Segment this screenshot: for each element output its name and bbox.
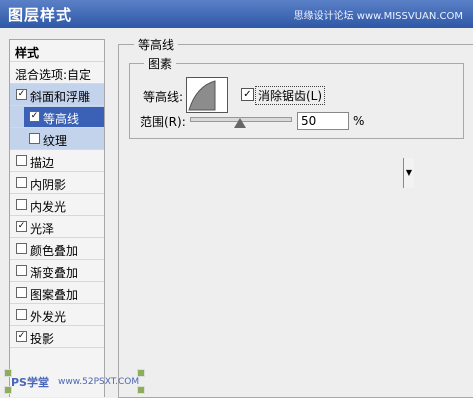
corner-marker bbox=[137, 386, 145, 394]
sidebar-item-label: 图案叠加 bbox=[30, 288, 79, 302]
watermark-text: 思缘设计论坛 www.MISSVUAN.COM bbox=[293, 11, 463, 22]
bevel-emboss-checkbox[interactable]: ✓ bbox=[16, 89, 27, 100]
title-bar: 图层样式 思缘设计论坛 www.MISSVUAN.COM bbox=[0, 0, 473, 28]
footer-url: www.52PSXT.COM bbox=[58, 377, 140, 387]
texture-checkbox[interactable] bbox=[29, 133, 40, 144]
sidebar-item-stroke[interactable]: 描边 bbox=[10, 150, 104, 172]
sidebar-item-label: 斜面和浮雕 bbox=[30, 90, 91, 104]
gradient-overlay-checkbox[interactable] bbox=[16, 265, 27, 276]
anti-alias-checkbox[interactable]: ✓ bbox=[241, 88, 254, 101]
sidebar-item-texture[interactable]: 纹理 bbox=[10, 128, 104, 150]
sidebar-item-label: 描边 bbox=[30, 156, 55, 170]
ps-logo: PS学堂 bbox=[11, 376, 49, 389]
pattern-overlay-checkbox[interactable] bbox=[16, 287, 27, 298]
sidebar-item-label: 外发光 bbox=[30, 310, 67, 324]
color-overlay-checkbox[interactable] bbox=[16, 243, 27, 254]
sidebar-item-drop-shadow[interactable]: ✓ 投影 bbox=[10, 326, 104, 348]
contour-label: 等高线: bbox=[143, 90, 184, 104]
sidebar-item-label: 内发光 bbox=[30, 200, 67, 214]
group-title: 等高线 bbox=[134, 36, 179, 53]
section-title: 图素 bbox=[144, 55, 177, 72]
satin-checkbox[interactable]: ✓ bbox=[16, 221, 27, 232]
contour-checkbox[interactable]: ✓ bbox=[29, 111, 40, 122]
sidebar-item-gradient-overlay[interactable]: 渐变叠加 bbox=[10, 260, 104, 282]
drop-shadow-checkbox[interactable]: ✓ bbox=[16, 331, 27, 342]
sidebar-item-contour[interactable]: ✓ 等高线 bbox=[10, 106, 104, 128]
sidebar-item-inner-shadow[interactable]: 内阴影 bbox=[10, 172, 104, 194]
sidebar-item-label: 等高线 bbox=[43, 112, 80, 126]
range-input[interactable] bbox=[297, 112, 349, 130]
inner-glow-checkbox[interactable] bbox=[16, 199, 27, 210]
outer-glow-checkbox[interactable] bbox=[16, 309, 27, 320]
sidebar-item-color-overlay[interactable]: 颜色叠加 bbox=[10, 238, 104, 260]
sidebar-item-blending-options[interactable]: 混合选项:自定 bbox=[10, 62, 104, 84]
sidebar-item-label: 纹理 bbox=[43, 134, 68, 148]
sidebar-item-label: 渐变叠加 bbox=[30, 266, 79, 280]
sidebar-item-label: 光泽 bbox=[30, 222, 55, 236]
sidebar-item-label: 样式 bbox=[15, 46, 40, 60]
stroke-checkbox[interactable] bbox=[16, 155, 27, 166]
percent-unit: % bbox=[353, 114, 365, 128]
sidebar-item-bevel-emboss[interactable]: ✓ 斜面和浮雕 bbox=[10, 84, 104, 106]
sidebar-item-inner-glow[interactable]: 内发光 bbox=[10, 194, 104, 216]
sidebar-item-outer-glow[interactable]: 外发光 bbox=[10, 304, 104, 326]
sidebar-item-pattern-overlay[interactable]: 图案叠加 bbox=[10, 282, 104, 304]
sidebar-item-label: 混合选项:自定 bbox=[15, 68, 92, 82]
contour-curve-icon bbox=[188, 80, 216, 111]
corner-marker bbox=[137, 369, 145, 377]
window-title: 图层样式 bbox=[8, 6, 73, 24]
sidebar-item-satin[interactable]: ✓ 光泽 bbox=[10, 216, 104, 238]
anti-alias-label[interactable]: 消除锯齿(L) bbox=[255, 86, 326, 105]
inner-shadow-checkbox[interactable] bbox=[16, 177, 27, 188]
sidebar-item-label: 投影 bbox=[30, 332, 55, 346]
range-label: 范围(R): bbox=[140, 115, 186, 129]
range-slider-thumb[interactable] bbox=[234, 118, 246, 128]
chevron-down-icon[interactable]: ▼ bbox=[403, 158, 414, 188]
sidebar-item-label: 颜色叠加 bbox=[30, 244, 79, 258]
contour-picker[interactable]: ▼ bbox=[186, 77, 414, 188]
sidebar-item-label: 内阴影 bbox=[30, 178, 67, 192]
style-list-header: 样式 bbox=[10, 40, 104, 62]
style-list: 样式 混合选项:自定 ✓ 斜面和浮雕 ✓ 等高线 纹理 描边 内阴影 内发光 ✓… bbox=[9, 39, 105, 397]
